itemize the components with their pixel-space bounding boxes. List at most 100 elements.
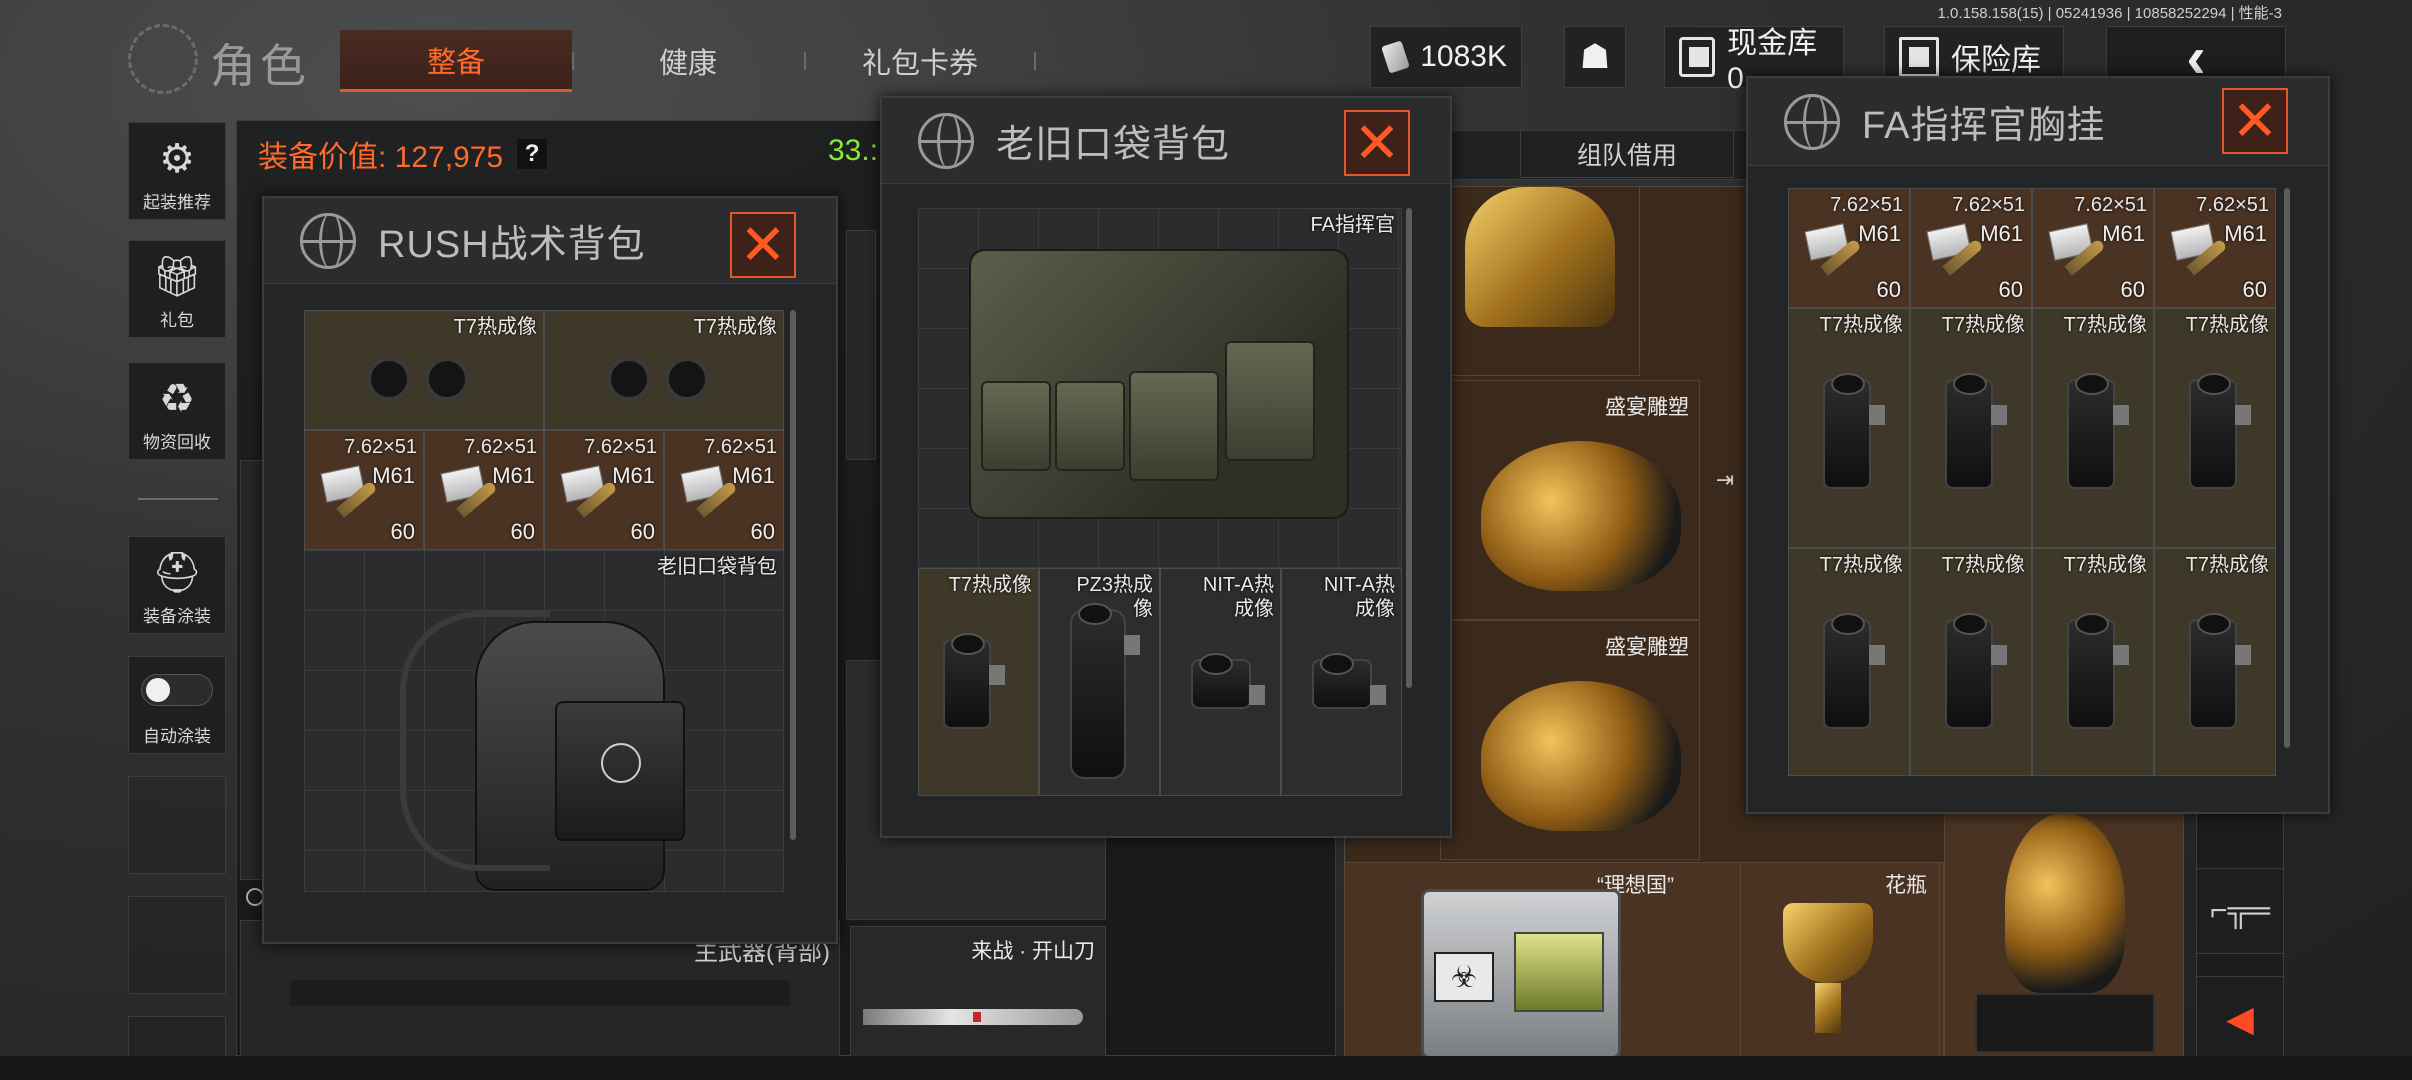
backpack-pocket (555, 701, 685, 841)
tab-divider (572, 52, 574, 70)
help-button[interactable]: ? (517, 139, 548, 169)
thermal-scope-icon (1945, 373, 2007, 489)
toggle-icon[interactable] (141, 674, 213, 706)
item-name: T7热成像 (693, 316, 777, 338)
melee-slot[interactable]: 来战 · 开山刀 (850, 926, 1106, 1060)
item-slot[interactable]: T7热成像 (2154, 548, 2276, 776)
ammo-type: M61 (1858, 221, 1901, 246)
biohazard-icon: ☣ (1434, 952, 1494, 1002)
trader-button[interactable]: ☗ (1564, 26, 1626, 88)
ammo-count: 60 (1998, 277, 2023, 302)
vase-name: 花瓶 (1885, 874, 1927, 897)
item-slot[interactable]: T7热成像 (304, 310, 544, 430)
item-name: T7热成像 (948, 574, 1032, 596)
ammo-slot[interactable]: 7.62×51 M61 60 (2032, 188, 2154, 308)
fa-rig-window: FA指挥官胸挂 ✕ 7.62×51 M61 60 7.62×51 M61 60 … (1746, 76, 2330, 814)
scrollbar[interactable] (790, 310, 796, 840)
statue-item[interactable]: 盛宴雕塑 (1440, 380, 1700, 620)
sidebar-item-skin[interactable]: ⛑ 装备涂装 (128, 536, 226, 634)
money-display[interactable]: 1083K (1370, 26, 1522, 88)
item-slot[interactable]: T7热成像 (1910, 548, 2032, 776)
triangle-left-icon: ◀ (2226, 998, 2254, 1039)
thermal-goggle-icon (603, 351, 713, 405)
tab-equipment[interactable]: 整备 (340, 30, 572, 92)
item-slot[interactable]: T7热成像 (1910, 308, 2032, 548)
ammo-name: 7.62×51 (2074, 194, 2147, 216)
vase-stem (1815, 983, 1841, 1033)
close-button[interactable]: ✕ (730, 212, 796, 278)
biohazard-case-icon: ☣ (1421, 889, 1621, 1059)
thermal-scope-icon (2189, 373, 2251, 489)
thermal-goggle-icon (363, 351, 473, 405)
sidebar-item-recycle[interactable]: ♻ 物资回收 (128, 362, 226, 460)
close-button[interactable]: ✕ (1344, 110, 1410, 176)
item-slot[interactable]: T7热成像 (544, 310, 784, 430)
bottom-bar (0, 1056, 2412, 1080)
sidebar-item-label: 起装推荐 (143, 193, 211, 212)
rifle-silhouette-icon (290, 980, 790, 1006)
sidebar-item-loadout[interactable]: ⚙ 起装推荐 (128, 122, 226, 220)
vest-slot[interactable]: FA指挥官 (918, 208, 1402, 568)
ammo-type: M61 (372, 463, 415, 488)
collapse-button[interactable]: ◀ (2196, 976, 2284, 1062)
close-icon: ✕ (739, 213, 787, 276)
nested-bag-slot[interactable]: 老旧口袋背包 (304, 550, 784, 892)
item-slot[interactable]: T7热成像 (1788, 308, 1910, 548)
ammo-slot[interactable]: 7.62×51 M61 60 (664, 430, 784, 550)
ammo-name: 7.62×51 (2196, 194, 2269, 216)
pouch (1055, 381, 1125, 471)
ammo-slot[interactable]: 7.62×51 M61 60 (2154, 188, 2276, 308)
trader-icon: ☗ (1579, 38, 1611, 76)
tab-label: 整备 (426, 46, 485, 79)
thermal-scope-icon (1823, 613, 1885, 729)
thermal-scope-icon (2067, 373, 2129, 489)
thermal-scope-icon (1070, 603, 1140, 779)
recycle-icon: ♻ (159, 377, 195, 421)
bust-item[interactable] (1944, 812, 2184, 1058)
item-slot[interactable]: NIT-A热 成像 (1281, 568, 1402, 796)
item-slot[interactable]: T7热成像 (2032, 548, 2154, 776)
brand-logo-icon (601, 743, 641, 783)
ammo-name: 7.62×51 (344, 436, 417, 458)
scrollbar[interactable] (2284, 188, 2290, 748)
scrollbar[interactable] (1406, 208, 1412, 688)
sidebar-item-gift[interactable]: 🎁︎ 礼包 (128, 240, 226, 338)
gift-icon: 🎁︎ (151, 255, 203, 299)
pouch (1225, 341, 1315, 461)
item-slot[interactable]: T7热成像 (2154, 308, 2276, 548)
rifle-icon: ⌐╦═ (2209, 894, 2271, 927)
tab-health[interactable]: 健康 (578, 30, 798, 92)
ammo-slot[interactable]: 7.62×51 M61 60 (544, 430, 664, 550)
item-slot[interactable]: T7热成像 (2032, 308, 2154, 548)
item-slot[interactable]: T7热成像 (918, 568, 1039, 796)
item-slot[interactable]: T7热成像 (1788, 548, 1910, 776)
ammo-slot[interactable]: 7.62×51 M61 60 (1910, 188, 2032, 308)
window-title: FA指挥官胸挂 (1862, 105, 2106, 147)
ammo-type: M61 (732, 463, 775, 488)
version-text: 1.0.158.158(15) | 05241936 | 10858252294… (1937, 5, 2282, 22)
item-slot[interactable]: NIT-A热 成像 (1160, 568, 1281, 796)
tab-gift-cards[interactable]: 礼包卡券 (810, 30, 1030, 92)
sidebar-divider (138, 498, 218, 500)
close-icon: ✕ (1353, 111, 1401, 174)
item-name: T7热成像 (1819, 314, 1903, 336)
gear-loadout-icon: ⚙ (159, 137, 195, 181)
ammo-slot[interactable]: 7.62×51 M61 60 (304, 430, 424, 550)
transfer-icon[interactable]: ⇥ (1700, 440, 1750, 520)
statue-item[interactable]: 盛宴雕塑 (1440, 620, 1700, 860)
item-slot[interactable]: PZ3热成 像 (1039, 568, 1160, 796)
ammo-slot[interactable]: 7.62×51 M61 60 (424, 430, 544, 550)
gold-lion-item[interactable] (1440, 186, 1640, 376)
team-borrow-tab[interactable]: 组队借用 (1520, 130, 1734, 178)
weight-value: 33.: (828, 134, 879, 167)
ammo-slot[interactable]: 7.62×51 M61 60 (1788, 188, 1910, 308)
item-name: NIT-A热 成像 (1202, 574, 1274, 620)
sidebar-item-auto-skin[interactable]: 自动涂装 (128, 656, 226, 754)
weapon-filter-button[interactable]: ⌐╦═ (2196, 868, 2284, 954)
vase-item[interactable]: 花瓶 (1740, 862, 1940, 1058)
slot-strip (846, 230, 876, 460)
slot-strip (240, 460, 264, 880)
ammo-name: 7.62×51 (584, 436, 657, 458)
ammo-count: 60 (2242, 277, 2267, 302)
close-button[interactable]: ✕ (2222, 88, 2288, 154)
